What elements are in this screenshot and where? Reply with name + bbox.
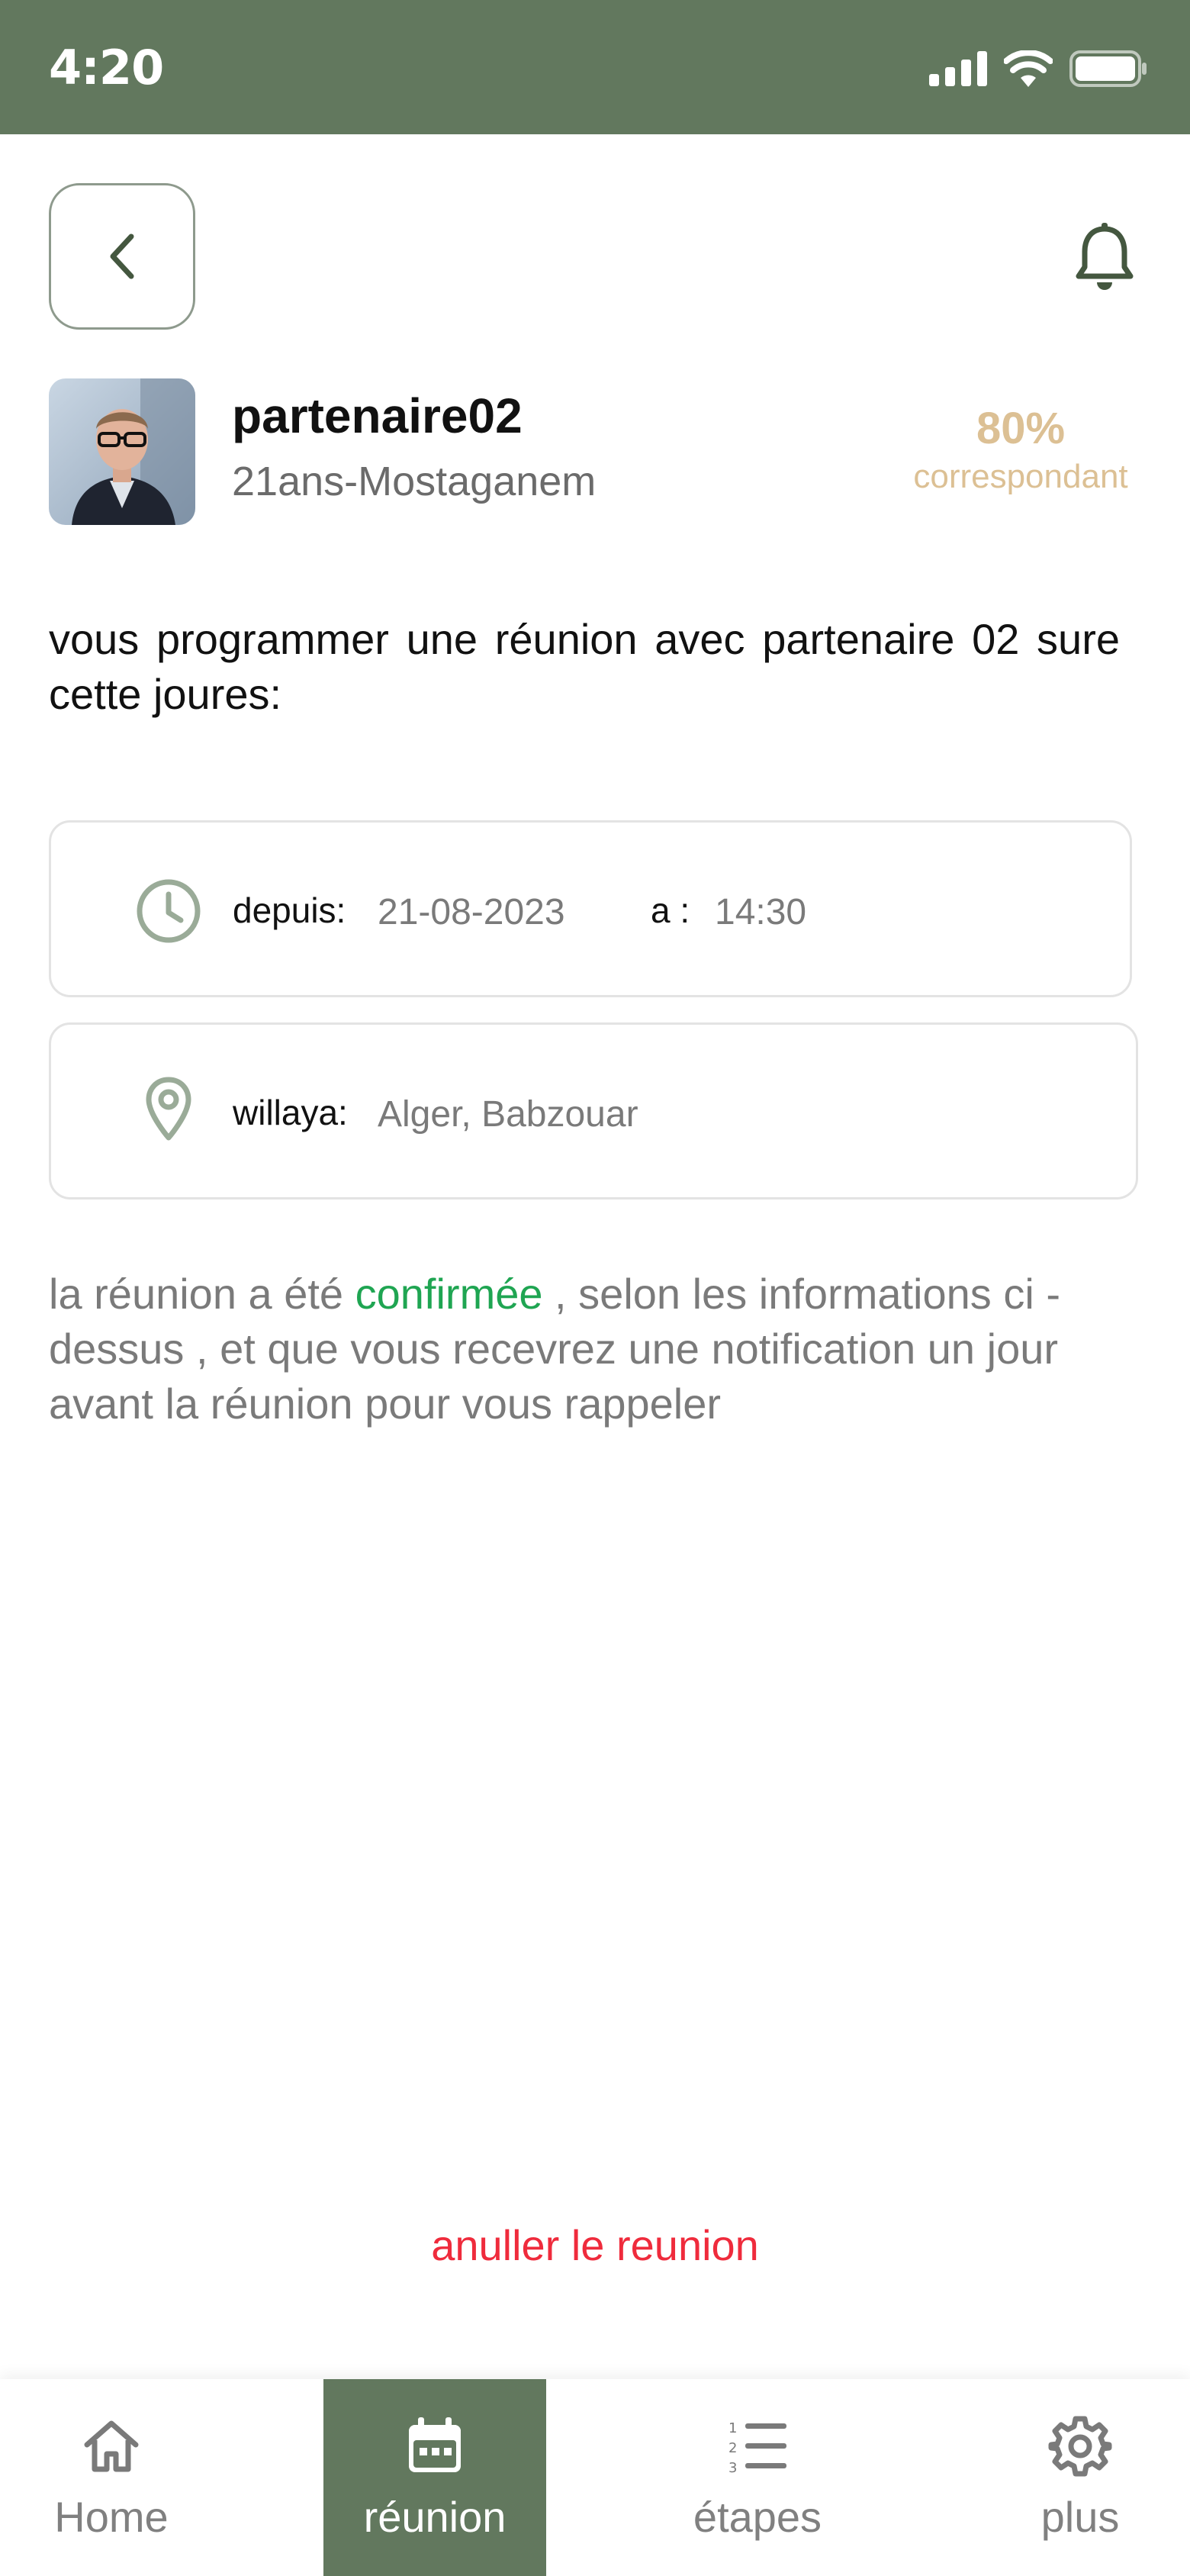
signal-icon bbox=[929, 51, 987, 86]
wifi-icon bbox=[1004, 50, 1053, 87]
confirmed-status: confirmée bbox=[355, 1270, 543, 1318]
status-icons bbox=[929, 49, 1147, 89]
numbered-list-icon: 1 2 3 bbox=[728, 2420, 786, 2476]
profile-subtitle: 21ans-Mostaganem bbox=[232, 459, 597, 504]
match-percent: 80% bbox=[976, 404, 1066, 453]
gear-icon bbox=[1048, 2416, 1112, 2477]
date-time-card: depuis: 21-08-2023 a : 14:30 bbox=[49, 820, 1132, 997]
location-pin-icon bbox=[146, 1077, 191, 1141]
nav-reunion[interactable]: réunion bbox=[323, 2379, 546, 2576]
location-value: Alger, Babzouar bbox=[378, 1094, 638, 1135]
nav-home-label: Home bbox=[54, 2493, 169, 2541]
time-label: a : bbox=[651, 890, 690, 930]
home-icon bbox=[84, 2420, 139, 2472]
nav-plus-label: plus bbox=[1040, 2493, 1120, 2541]
svg-text:2: 2 bbox=[728, 2440, 737, 2456]
svg-text:1: 1 bbox=[728, 2420, 737, 2436]
person-photo bbox=[49, 378, 195, 525]
back-button[interactable] bbox=[49, 183, 195, 330]
clock-icon bbox=[137, 879, 201, 943]
bell-icon[interactable] bbox=[1074, 223, 1135, 291]
match-label: correspondant bbox=[913, 458, 1128, 495]
nav-home[interactable]: Home bbox=[24, 2379, 198, 2576]
confirmation-text: la réunion a été confirmée , selon les i… bbox=[49, 1267, 1147, 1431]
nav-etapes[interactable]: 1 2 3 étapes bbox=[661, 2379, 854, 2576]
svg-text:3: 3 bbox=[728, 2460, 737, 2476]
battery-icon bbox=[1069, 50, 1147, 87]
date-value: 21-08-2023 bbox=[378, 892, 565, 932]
intro-text: vous programmer une réunion avec partena… bbox=[49, 615, 1120, 718]
nav-reunion-label: réunion bbox=[363, 2493, 507, 2541]
avatar bbox=[49, 378, 195, 525]
status-bar: 4:20 bbox=[0, 0, 1190, 134]
location-label: willaya: bbox=[233, 1093, 348, 1132]
chevron-left-icon bbox=[110, 233, 134, 279]
profile-name: partenaire02 bbox=[232, 388, 523, 443]
bottom-nav: Home réunion 1 2 3 étapes plus bbox=[0, 2379, 1190, 2576]
nav-plus[interactable]: plus bbox=[984, 2379, 1176, 2576]
nav-etapes-label: étapes bbox=[693, 2493, 822, 2541]
date-label: depuis: bbox=[233, 890, 346, 930]
cancel-meeting-button[interactable]: anuller le reunion bbox=[0, 2220, 1190, 2270]
confirmation-text-before: la réunion a été bbox=[49, 1270, 355, 1318]
time-value: 14:30 bbox=[715, 892, 807, 932]
location-card: willaya: Alger, Babzouar bbox=[49, 1022, 1138, 1199]
status-time: 4:20 bbox=[49, 40, 164, 95]
calendar-icon bbox=[409, 2417, 461, 2472]
